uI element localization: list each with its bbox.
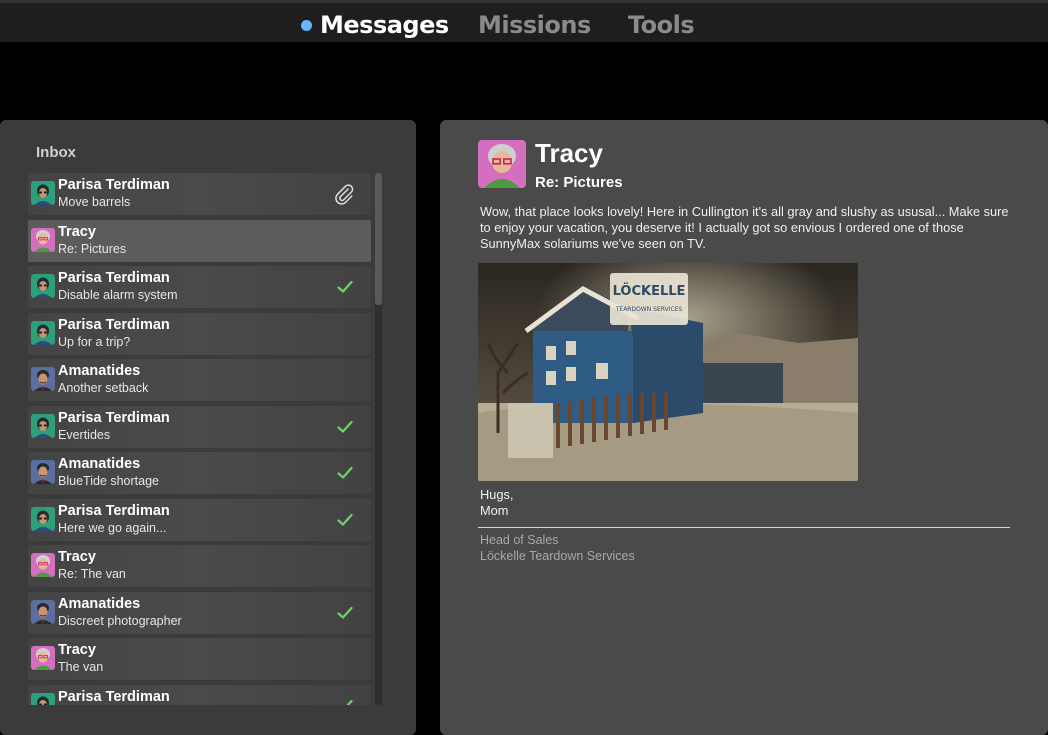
inbox-message-row[interactable]: Parisa Terdiman Disable alarm system xyxy=(28,266,371,308)
signoff-line-2: Mom xyxy=(480,503,509,518)
reader-signature: Head of Sales Löckelle Teardown Services xyxy=(480,532,635,564)
check-icon xyxy=(337,466,353,480)
signature-line-2: Löckelle Teardown Services xyxy=(480,549,635,563)
amanatides-avatar xyxy=(31,599,55,624)
inbox-message-row[interactable]: Amanatides BlueTide shortage xyxy=(28,452,371,494)
tracy-avatar xyxy=(31,227,55,252)
check-icon xyxy=(337,420,353,434)
message-sender: Tracy xyxy=(58,223,96,240)
top-nav: Messages Missions Tools xyxy=(0,0,1048,42)
inbox-message-row[interactable]: Tracy The van xyxy=(28,638,371,680)
message-sender: Amanatides xyxy=(58,595,141,612)
message-subject: Disable alarm system xyxy=(58,288,178,302)
parisa-avatar xyxy=(31,692,55,705)
reader-signoff: Hugs, Mom xyxy=(480,487,513,519)
message-sender: Parisa Terdiman xyxy=(58,177,170,193)
attached-photo[interactable]: LÖCKELLE TEARDOWN SERVICES xyxy=(478,263,858,481)
message-subject: Another setback xyxy=(58,381,149,395)
inbox-message-row[interactable]: Tracy Re: The van xyxy=(28,545,371,587)
photo-sign-text: LÖCKELLE xyxy=(613,283,686,299)
check-icon xyxy=(337,513,353,527)
message-sender: Amanatides xyxy=(58,456,141,472)
reader-body: Wow, that place looks lovely! Here in Cu… xyxy=(480,204,1009,251)
amanatides-avatar xyxy=(31,460,55,484)
inbox-message-row[interactable]: Tracy Re: Pictures xyxy=(28,219,371,262)
parisa-avatar xyxy=(31,506,55,531)
signature-divider xyxy=(478,527,1010,528)
signoff-line-1: Hugs, xyxy=(480,487,514,502)
active-tab-dot-icon xyxy=(301,19,312,31)
inbox-scroll-thumb[interactable] xyxy=(375,173,382,305)
message-sender: Tracy xyxy=(58,549,96,565)
parisa-avatar xyxy=(31,320,55,345)
attachment-icon xyxy=(333,183,355,205)
reader-subject: Re: Pictures xyxy=(535,174,623,191)
message-subject: Evertides xyxy=(58,427,111,442)
message-subject: Re: Pictures xyxy=(58,241,127,256)
inbox-scrollbar[interactable] xyxy=(375,173,382,705)
message-subject: BlueTide shortage xyxy=(58,474,159,488)
tab-tools-label: Tools xyxy=(628,11,695,39)
message-subject: Here we go again... xyxy=(58,520,167,535)
tracy-avatar xyxy=(31,553,55,577)
message-subject: The van xyxy=(58,660,104,674)
inbox-list[interactable]: Parisa Terdiman Move barrels Tracy Re: Pict… xyxy=(28,173,372,705)
tracy-avatar-large xyxy=(478,140,526,188)
message-sender: Parisa Terdiman xyxy=(58,270,170,286)
message-subject: Up for a trip? xyxy=(58,334,131,349)
tab-tools[interactable]: Tools xyxy=(628,11,695,39)
tab-missions[interactable]: Missions xyxy=(478,11,591,39)
parisa-avatar xyxy=(31,413,55,438)
message-sender: Parisa Terdiman xyxy=(58,316,170,333)
check-icon xyxy=(337,606,353,620)
message-sender: Parisa Terdiman xyxy=(58,502,170,519)
parisa-avatar xyxy=(31,181,55,205)
inbox-title: Inbox xyxy=(36,144,76,161)
amanatides-avatar xyxy=(31,367,55,391)
check-icon xyxy=(337,280,353,294)
tab-missions-label: Missions xyxy=(478,11,591,39)
inbox-message-row[interactable]: Parisa Terdiman Up for a trip? xyxy=(28,312,371,355)
signature-line-1: Head of Sales xyxy=(480,533,559,547)
message-sender: Parisa Terdiman xyxy=(58,409,170,426)
reader-sender: Tracy xyxy=(535,138,603,168)
photo-sign-subtext: TEARDOWN SERVICES xyxy=(615,306,683,313)
tab-messages[interactable]: Messages xyxy=(301,11,449,39)
inbox-message-row[interactable]: Parisa Terdiman Evertides xyxy=(28,405,371,448)
message-subject: Discreet photographer xyxy=(58,613,182,628)
check-icon xyxy=(337,699,353,705)
message-subject: Move barrels xyxy=(58,195,131,209)
message-reader: Tracy Re: Pictures Wow, that place looks… xyxy=(440,120,1048,735)
inbox-message-row[interactable]: Parisa Terdiman xyxy=(28,684,371,705)
inbox-message-row[interactable]: Parisa Terdiman Move barrels xyxy=(28,173,371,215)
inbox-message-row[interactable]: Parisa Terdiman Here we go again... xyxy=(28,498,371,541)
tab-messages-label: Messages xyxy=(320,11,449,39)
inbox-message-row[interactable]: Amanatides Another setback xyxy=(28,359,371,401)
message-sender: Amanatides xyxy=(58,363,141,379)
inbox-panel: Inbox Parisa Terdiman Move barrels Tracy Re… xyxy=(0,120,416,735)
message-subject: Re: The van xyxy=(58,567,126,581)
tracy-avatar xyxy=(31,646,55,670)
inbox-message-row[interactable]: Amanatides Discreet photographer xyxy=(28,591,371,634)
parisa-avatar xyxy=(31,274,55,298)
message-sender: Parisa Terdiman xyxy=(58,688,170,705)
message-sender: Tracy xyxy=(58,642,96,658)
